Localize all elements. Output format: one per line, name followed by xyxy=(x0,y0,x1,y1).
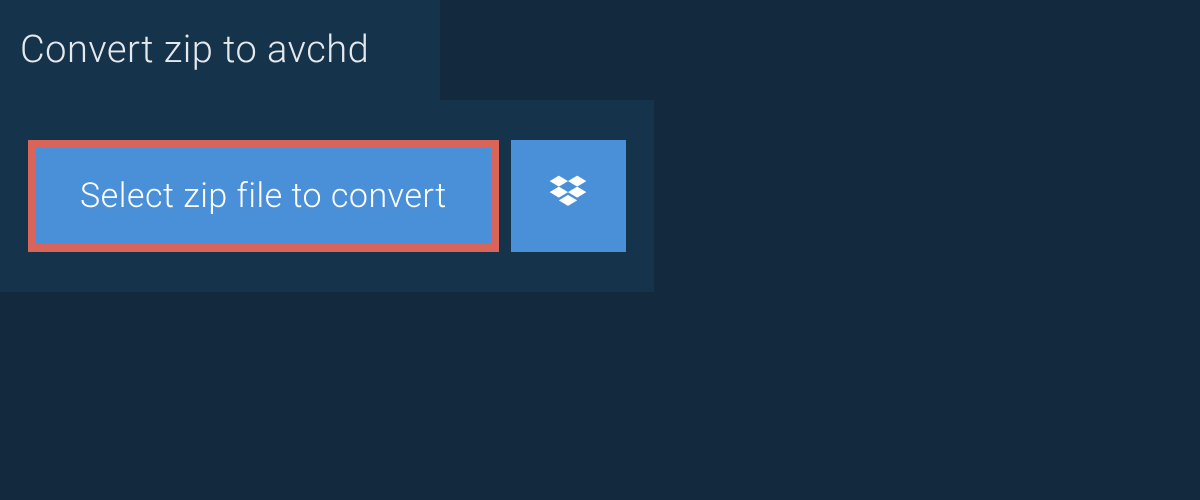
upload-panel: Select zip file to convert xyxy=(0,100,654,292)
dropbox-button[interactable] xyxy=(511,140,626,252)
page-title: Convert zip to avchd xyxy=(20,28,410,72)
select-file-button[interactable]: Select zip file to convert xyxy=(28,140,499,252)
page-header: Convert zip to avchd xyxy=(0,0,440,100)
select-file-label: Select zip file to convert xyxy=(80,176,447,216)
dropbox-icon xyxy=(546,172,590,220)
button-row: Select zip file to convert xyxy=(28,140,626,252)
